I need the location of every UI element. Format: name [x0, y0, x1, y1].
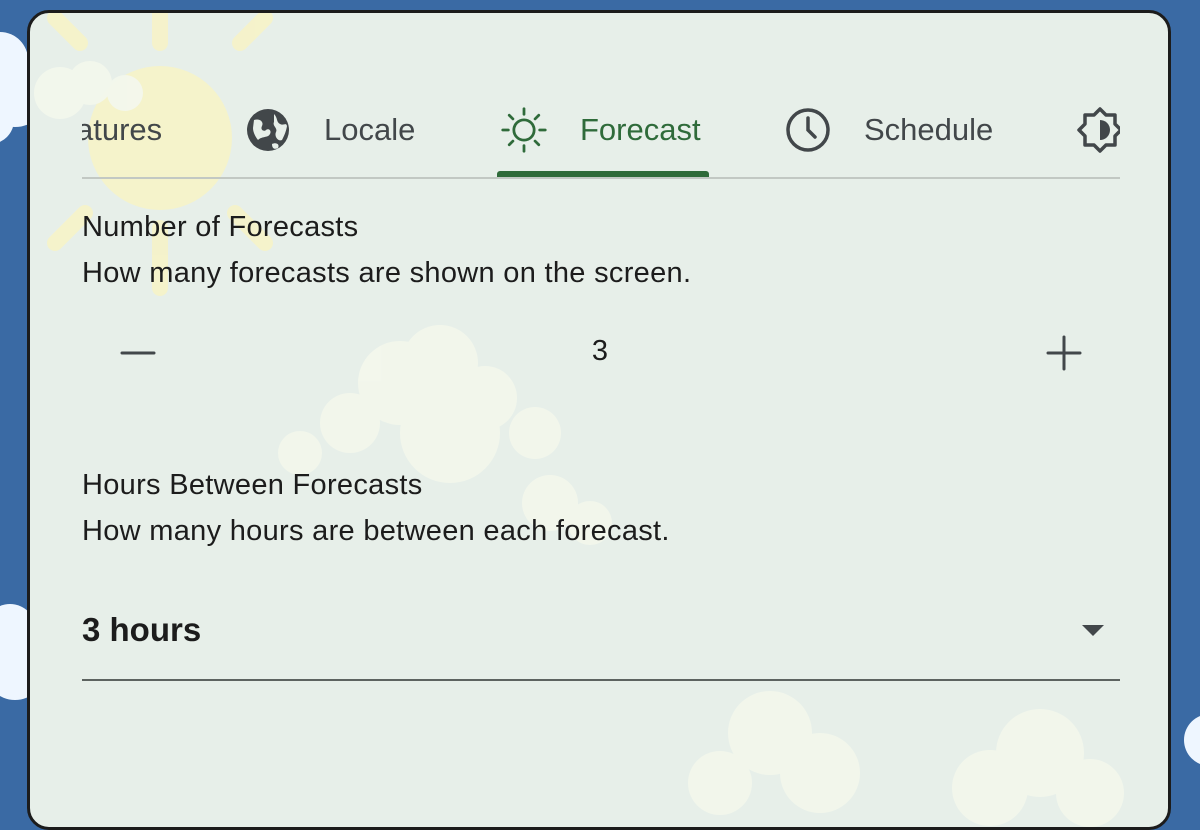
increment-button[interactable]: [1034, 323, 1094, 383]
decrement-button[interactable]: [108, 323, 168, 383]
tab-label-forecast: Forecast: [580, 112, 701, 147]
settings-tabs: atures Locale Forecast Schedule: [82, 83, 1120, 179]
sun-icon: [500, 106, 548, 154]
tab-label-locale: Locale: [324, 112, 416, 147]
globe-icon: [244, 106, 292, 154]
brightness-icon: [1076, 106, 1120, 154]
tab-schedule[interactable]: Schedule: [784, 83, 993, 177]
forecast-interval-description: How many hours are between each forecast…: [82, 515, 670, 547]
plus-icon: [1046, 335, 1082, 371]
clock-icon: [784, 106, 832, 154]
tab-features[interactable]: atures: [82, 83, 162, 177]
forecast-interval-title: Hours Between Forecasts: [82, 469, 423, 501]
tab-forecast[interactable]: Forecast: [500, 83, 701, 177]
forecast-count-value: 3: [591, 335, 609, 367]
tab-label-schedule: Schedule: [864, 112, 994, 147]
chevron-down-icon: [1082, 625, 1104, 636]
settings-panel: atures Locale Forecast Schedule Number o…: [27, 10, 1171, 830]
forecast-interval-select[interactable]: 3 hours: [82, 593, 1120, 681]
background-cloud-right: [1184, 716, 1200, 764]
active-tab-indicator: [497, 171, 709, 177]
forecast-interval-selected: 3 hours: [82, 611, 202, 648]
tab-locale[interactable]: Locale: [244, 83, 415, 177]
tab-display[interactable]: [1076, 83, 1120, 177]
tab-label-features: atures: [82, 112, 163, 147]
forecast-count-description: How many forecasts are shown on the scre…: [82, 257, 692, 289]
forecast-count-title: Number of Forecasts: [82, 211, 359, 243]
minus-icon: [120, 351, 156, 355]
